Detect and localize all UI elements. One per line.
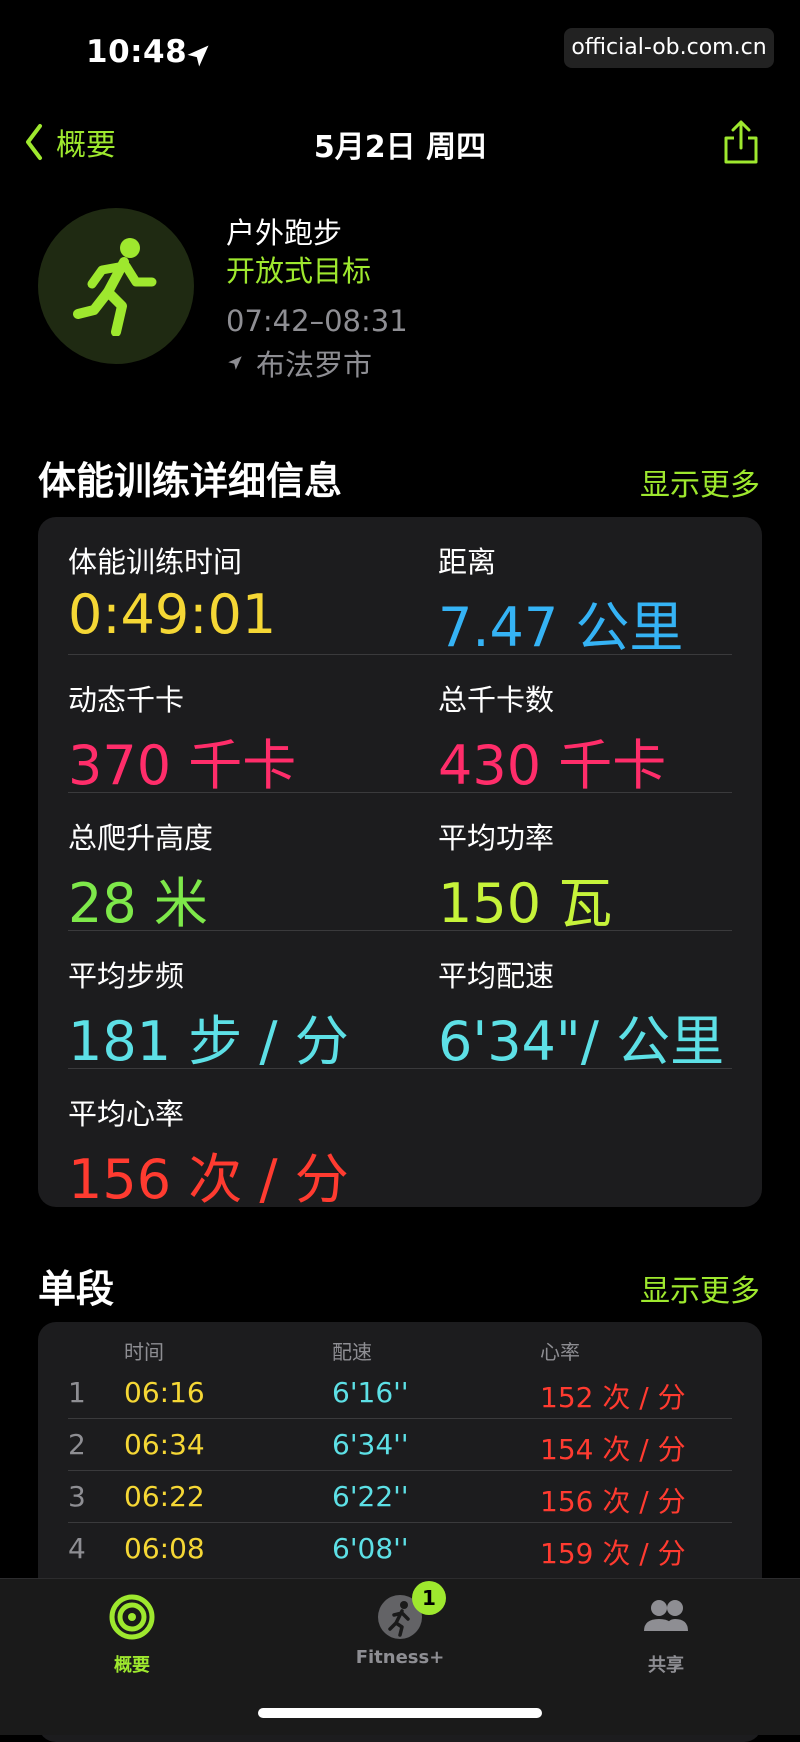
tab-label: 共享 [648,1655,684,1676]
split-pace: 6'34'' [332,1428,409,1461]
metric-total-calories: 总千卡数 430 千卡 [438,677,738,800]
tab-fitness-plus[interactable]: 1 Fitness+ [320,1581,480,1668]
metric-label: 平均步频 [68,959,185,993]
tab-label: 概要 [114,1655,150,1676]
metric-value: 181 步 / 分 [68,1010,349,1073]
splits-section-title: 单段 [38,1267,115,1311]
workout-details-card: 体能训练时间 0:49:01 距离 7.47 公里 动态千卡 370 千卡 总千… [38,517,762,1211]
metric-value: 28 米 [68,872,208,935]
metric-value: 6'34"/ 公里 [438,1010,725,1073]
tab-sharing[interactable]: 共享 [586,1593,746,1677]
workout-type-badge [38,208,194,364]
metric-value: 156 次 / 分 [68,1148,349,1211]
metric-label: 平均心率 [68,1097,185,1131]
metric-label: 距离 [438,545,497,579]
page-title: 5月2日 周四 [313,130,487,165]
split-heart-rate: 156 次 / 分 [540,1485,686,1518]
location-label: 布法罗市 [256,348,373,382]
metric-average-pace: 平均配速 6'34"/ 公里 [438,953,738,1076]
metric-label: 平均功率 [438,821,555,855]
splits-header-pace: 配速 [332,1340,372,1364]
split-heart-rate: 152 次 / 分 [540,1381,686,1414]
divider [68,930,732,931]
home-indicator [258,1708,542,1718]
metric-average-heart-rate: 平均心率 156 次 / 分 [68,1091,368,1214]
split-time: 06:22 [124,1480,205,1513]
metric-value: 150 瓦 [438,872,613,935]
metric-value: 370 千卡 [68,734,297,797]
tab-label: Fitness+ [355,1647,445,1668]
split-index: 2 [68,1428,86,1461]
metric-label: 体能训练时间 [68,545,243,579]
metric-elevation-gain: 总爬升高度 28 米 [68,815,368,938]
details-show-more-button[interactable]: 显示更多 [640,460,760,504]
divider [68,654,732,655]
tab-summary[interactable]: 概要 [52,1593,212,1677]
metric-label: 总爬升高度 [68,821,214,855]
split-time: 06:34 [124,1428,205,1461]
metric-average-cadence: 平均步频 181 步 / 分 [68,953,368,1076]
splits-header-heart-rate: 心率 [540,1340,580,1364]
watermark: official-ob.com.cn [564,28,774,68]
metric-active-calories: 动态千卡 370 千卡 [68,677,368,800]
split-heart-rate: 154 次 / 分 [540,1433,686,1466]
split-index: 4 [68,1532,86,1565]
workout-type: 户外跑步 [226,216,343,250]
divider [68,792,732,793]
metric-workout-time: 体能训练时间 0:49:01 [68,539,368,646]
workout-location: 布法罗市 [226,342,372,384]
split-row: 1 06:16 6'16'' 152 次 / 分 [38,1366,762,1418]
split-time: 06:08 [124,1532,205,1565]
metric-value: 430 千卡 [438,734,667,797]
metric-average-power: 平均功率 150 瓦 [438,815,738,938]
split-index: 1 [68,1376,86,1409]
splits-header-time: 时间 [124,1340,164,1364]
split-row: 2 06:34 6'34'' 154 次 / 分 [38,1418,762,1470]
running-figure-icon [73,238,157,336]
metric-label: 总千卡数 [438,683,555,717]
split-heart-rate: 159 次 / 分 [540,1537,686,1570]
details-section-title: 体能训练详细信息 [38,459,343,503]
metric-value: 0:49:01 [68,583,277,646]
metric-distance: 距离 7.47 公里 [438,539,738,662]
split-pace: 6'16'' [332,1376,409,1409]
share-icon[interactable] [720,118,762,166]
split-pace: 6'08'' [332,1532,409,1565]
metric-label: 平均配速 [438,959,555,993]
workout-goal: 开放式目标 [226,254,372,288]
divider [68,1068,732,1069]
location-arrow-icon [228,356,242,370]
notification-badge: 1 [412,1581,446,1615]
split-row: 4 06:08 6'08'' 159 次 / 分 [38,1522,762,1574]
metric-value: 7.47 公里 [438,596,684,659]
metric-label: 动态千卡 [68,683,185,717]
people-icon [644,1600,688,1631]
status-time: 10:48 [86,34,188,70]
activity-rings-icon [109,1594,155,1640]
workout-time-range: 07:42–08:31 [226,304,408,338]
fitness-plus-tab-icon: 1 [376,1581,446,1641]
location-arrow-icon [187,45,209,67]
splits-show-more-button[interactable]: 显示更多 [640,1266,760,1310]
split-pace: 6'22'' [332,1480,409,1513]
split-index: 3 [68,1480,86,1513]
split-row: 3 06:22 6'22'' 156 次 / 分 [38,1470,762,1522]
split-time: 06:16 [124,1376,205,1409]
